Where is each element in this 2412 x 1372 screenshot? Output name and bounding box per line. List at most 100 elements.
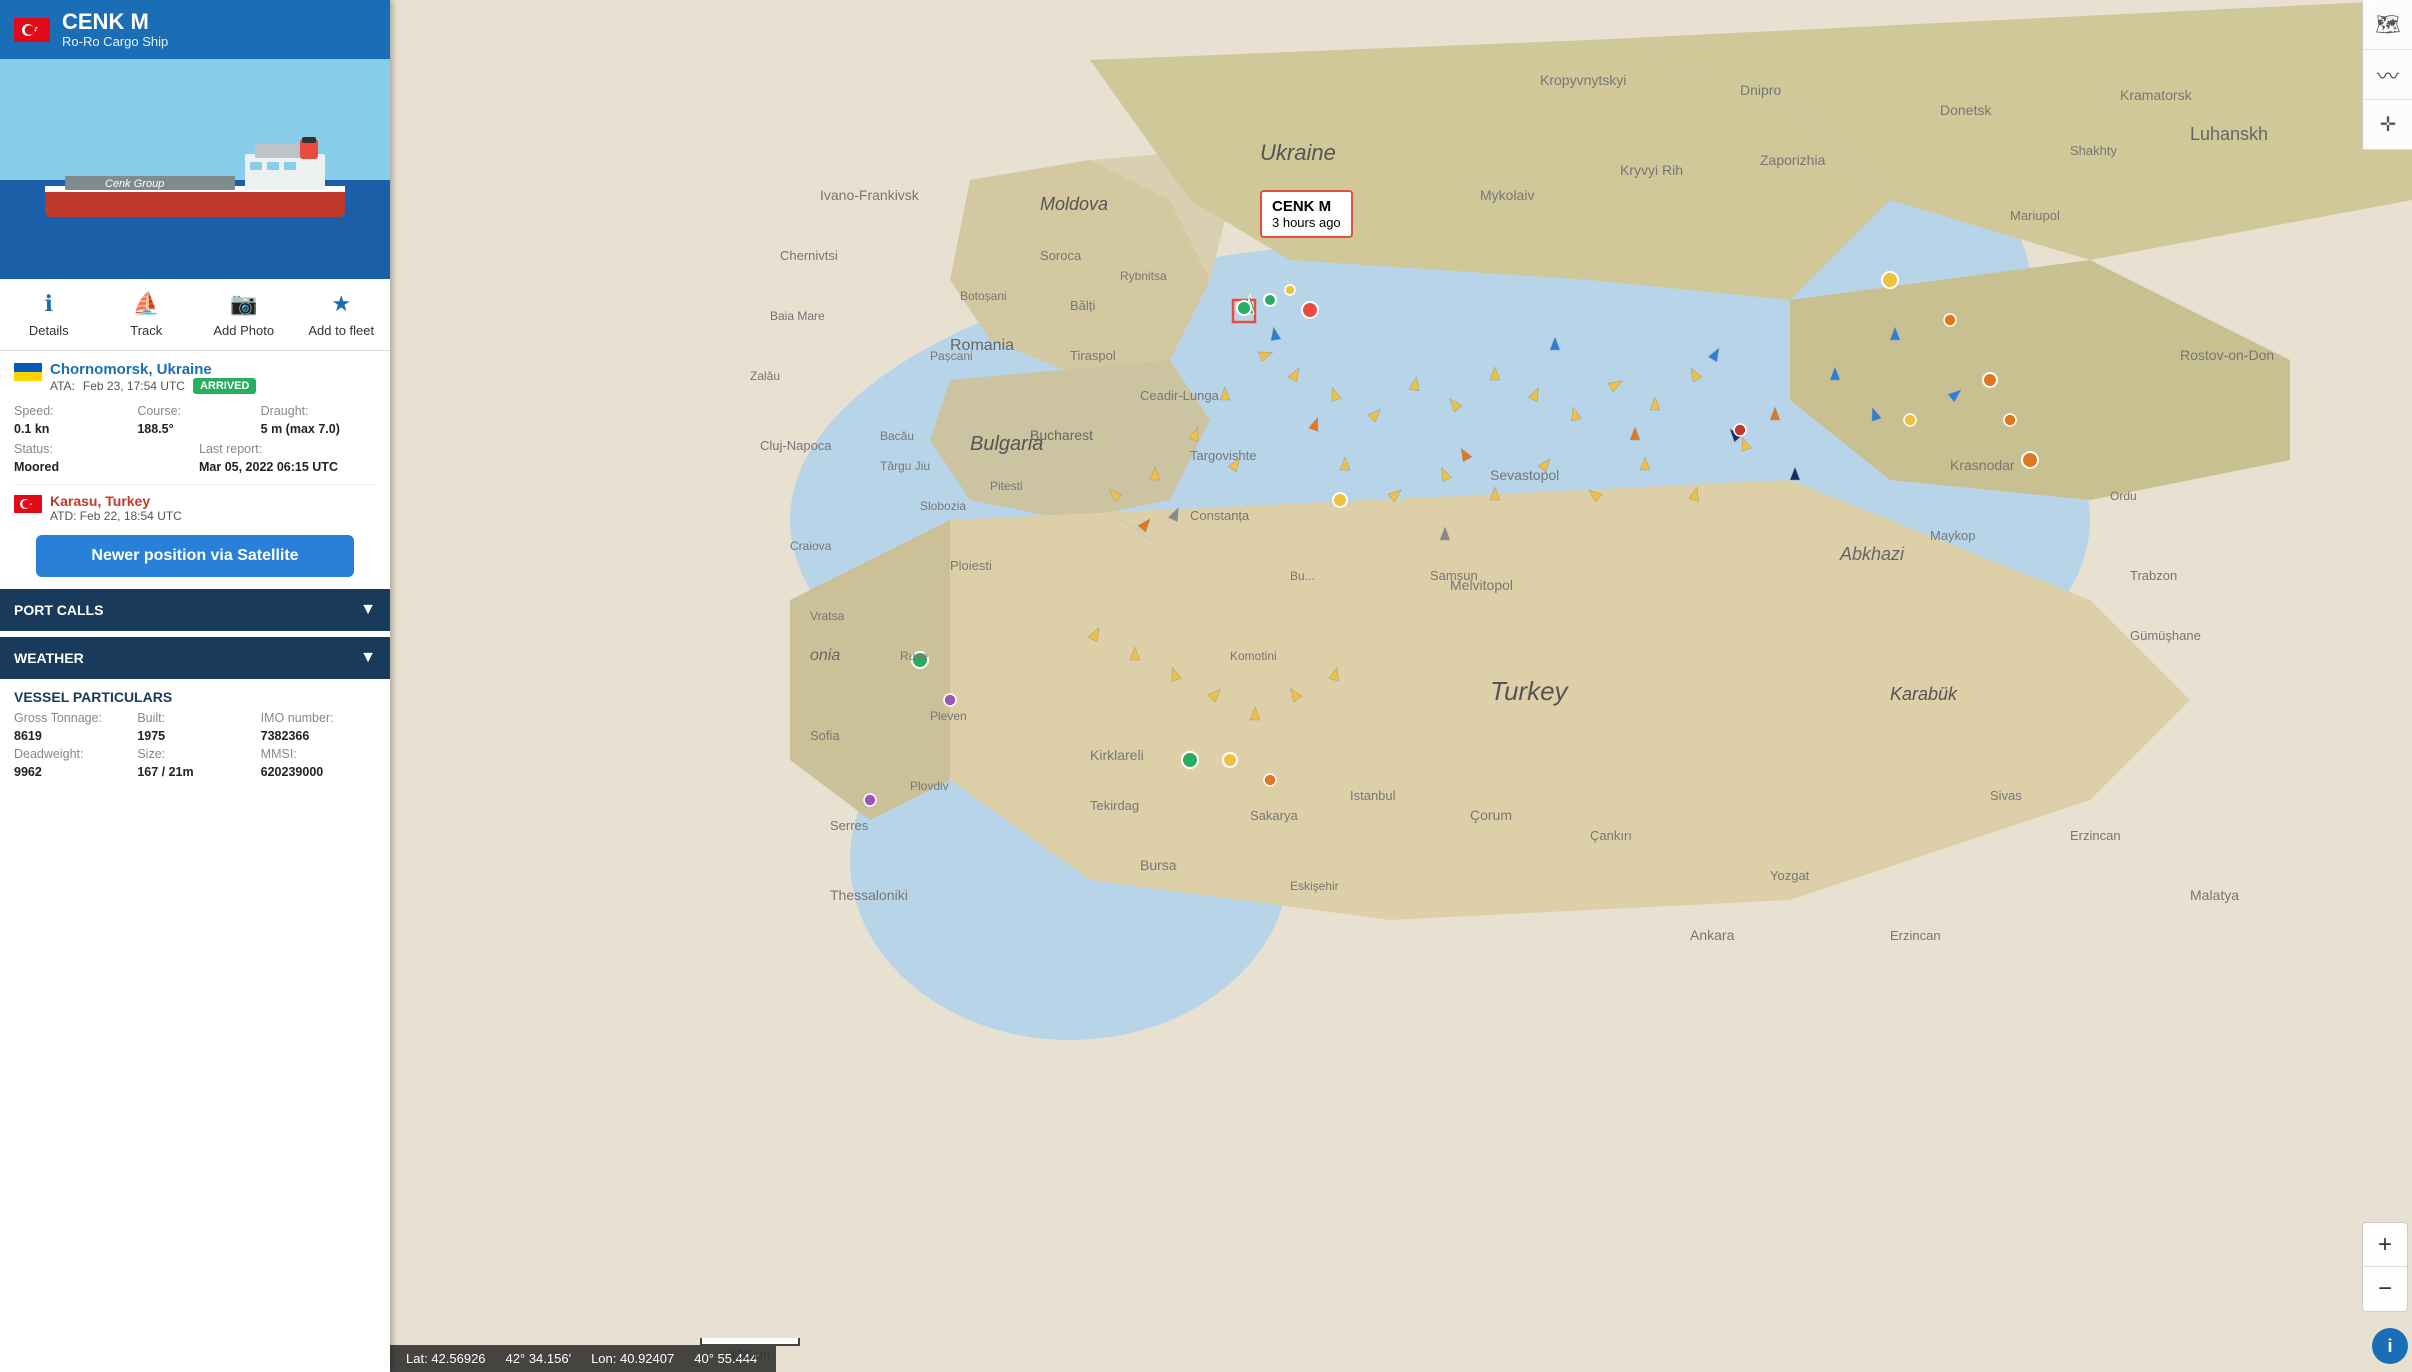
gross-tonnage-value: 8619 bbox=[14, 729, 129, 743]
svg-text:Târgu Jiu: Târgu Jiu bbox=[880, 459, 930, 473]
origin-atd: ATD: Feb 22, 18:54 UTC bbox=[50, 509, 182, 523]
zoom-out-button[interactable]: − bbox=[2363, 1267, 2407, 1311]
svg-text:Thessaloniki: Thessaloniki bbox=[830, 887, 908, 903]
layers-button[interactable]: 🗺 bbox=[2363, 0, 2412, 50]
port-calls-header[interactable]: PORT CALLS ▼ bbox=[0, 589, 390, 631]
svg-text:Ankara: Ankara bbox=[1690, 927, 1735, 943]
draught-label: Draught: bbox=[261, 404, 376, 418]
svg-text:Malatya: Malatya bbox=[2190, 887, 2239, 903]
imo-label: IMO number: bbox=[261, 711, 376, 725]
svg-text:Turkey: Turkey bbox=[1490, 676, 1570, 706]
cursor-tool-button[interactable]: ✛ bbox=[2363, 100, 2412, 150]
weather-chevron: ▼ bbox=[360, 649, 376, 667]
svg-text:Kryvyi Rih: Kryvyi Rih bbox=[1620, 162, 1683, 178]
weather-header[interactable]: WEATHER ▼ bbox=[0, 637, 390, 679]
layers-icon: 🗺 bbox=[2375, 12, 2400, 37]
add-to-fleet-button[interactable]: ★ Add to fleet bbox=[293, 279, 391, 350]
svg-text:Pitesti: Pitesti bbox=[990, 479, 1023, 493]
details-label: Details bbox=[29, 323, 69, 338]
size-label: Size: bbox=[137, 747, 252, 761]
info-section: Chornomorsk, Ukraine ATA: Feb 23, 17:54 … bbox=[0, 351, 390, 1372]
last-report-label: Last report: bbox=[199, 442, 376, 456]
zoom-in-icon: + bbox=[2378, 1231, 2392, 1259]
svg-text:Kramatorsk: Kramatorsk bbox=[2120, 87, 2193, 103]
svg-text:Yozgat: Yozgat bbox=[1770, 868, 1810, 883]
svg-text:Chernivtsi: Chernivtsi bbox=[780, 248, 838, 263]
course-value: 188.5° bbox=[137, 422, 252, 436]
port-calls-chevron: ▼ bbox=[360, 601, 376, 619]
svg-text:Abkhazi: Abkhazi bbox=[1839, 544, 1905, 564]
svg-text:Constanța: Constanța bbox=[1190, 508, 1250, 523]
svg-text:Ukraine: Ukraine bbox=[1260, 140, 1336, 165]
port-calls-label: PORT CALLS bbox=[14, 602, 103, 618]
camera-icon: 📷 bbox=[230, 291, 257, 317]
svg-text:Gümüşhane: Gümüşhane bbox=[2130, 628, 2201, 643]
scale-bar: 100 nm bbox=[700, 1338, 800, 1362]
status-label: Status: bbox=[14, 442, 191, 456]
svg-text:Bu...: Bu... bbox=[1290, 569, 1315, 583]
svg-text:Komotini: Komotini bbox=[1230, 649, 1277, 663]
svg-text:Luhanskh: Luhanskh bbox=[2190, 124, 2268, 144]
svg-text:Pașcani: Pașcani bbox=[930, 349, 973, 363]
built-value: 1975 bbox=[137, 729, 252, 743]
svg-text:Ruse: Ruse bbox=[900, 649, 928, 663]
svg-text:Çankırı: Çankırı bbox=[1590, 828, 1632, 843]
svg-text:Ceadir-Lunga: Ceadir-Lunga bbox=[1140, 388, 1220, 403]
map-area[interactable]: Moldova Bulgaria Ukraine Turkey Karabük … bbox=[390, 0, 2412, 1372]
add-photo-button[interactable]: 📷 Add Photo bbox=[195, 279, 293, 350]
turkey-flag bbox=[14, 18, 50, 42]
deadweight-label: Deadweight: bbox=[14, 747, 129, 761]
ata-row: ATA: Feb 23, 17:54 UTC ARRIVED bbox=[50, 378, 256, 394]
details-button[interactable]: ℹ Details bbox=[0, 279, 98, 350]
svg-text:Serres: Serres bbox=[830, 818, 869, 833]
svg-text:Rybnitsa: Rybnitsa bbox=[1120, 269, 1167, 283]
zoom-in-button[interactable]: + bbox=[2363, 1223, 2407, 1267]
atd-value: Feb 22, 18:54 UTC bbox=[80, 509, 182, 523]
stats-grid: Speed: Course: Draught: 0.1 kn 188.5° 5 … bbox=[14, 404, 376, 436]
info-button[interactable]: i bbox=[2372, 1328, 2408, 1364]
lat-dms: 42° 34.156' bbox=[506, 1351, 572, 1366]
size-value: 167 / 21m bbox=[137, 765, 252, 779]
satellite-button[interactable]: Newer position via Satellite bbox=[36, 535, 355, 577]
star-icon: ★ bbox=[331, 291, 351, 317]
scale-bar-label: 100 nm bbox=[730, 1348, 770, 1362]
weather-label: WEATHER bbox=[14, 650, 84, 666]
right-toolbar: 🗺 〰 ✛ bbox=[2362, 0, 2412, 150]
status-row: Status: Last report: Moored Mar 05, 2022… bbox=[14, 442, 376, 474]
destination-block: Chornomorsk, Ukraine ATA: Feb 23, 17:54 … bbox=[14, 361, 376, 394]
course-label: Course: bbox=[137, 404, 252, 418]
vessel-particulars: VESSEL PARTICULARS Gross Tonnage: Built:… bbox=[14, 689, 376, 779]
track-button[interactable]: ⛵ Track bbox=[98, 279, 196, 350]
track-label: Track bbox=[130, 323, 162, 338]
svg-text:Mykolaiv: Mykolaiv bbox=[1480, 187, 1534, 203]
atd-label: ATD: bbox=[50, 509, 76, 523]
svg-text:Krasnodar: Krasnodar bbox=[1950, 457, 2015, 473]
svg-text:Zaporizhia: Zaporizhia bbox=[1760, 152, 1826, 168]
weather-layer-button[interactable]: 〰 bbox=[2363, 50, 2412, 100]
info-circle-icon: ℹ bbox=[45, 291, 53, 317]
last-report-value: Mar 05, 2022 06:15 UTC bbox=[199, 460, 376, 474]
ship-image: Cenk Group bbox=[0, 59, 390, 279]
svg-text:Ploiesti: Ploiesti bbox=[950, 558, 992, 573]
svg-text:Pleven: Pleven bbox=[930, 709, 967, 723]
gross-tonnage-label: Gross Tonnage: bbox=[14, 711, 129, 725]
speed-label: Speed: bbox=[14, 404, 129, 418]
svg-text:Eskişehir: Eskişehir bbox=[1290, 879, 1339, 893]
svg-text:Kropyvnytskyi: Kropyvnytskyi bbox=[1540, 72, 1626, 88]
svg-text:Ordu: Ordu bbox=[2110, 489, 2137, 503]
origin-block: Karasu, Turkey ATD: Feb 22, 18:54 UTC bbox=[14, 493, 376, 523]
svg-text:Istanbul: Istanbul bbox=[1350, 788, 1396, 803]
vessel-title-block: CENK M Ro-Ro Cargo Ship bbox=[62, 10, 168, 49]
svg-text:Sevastopol: Sevastopol bbox=[1490, 467, 1559, 483]
svg-text:Sorocа: Sorocа bbox=[1040, 248, 1082, 263]
vessel-header: CENK M Ro-Ro Cargo Ship bbox=[0, 0, 390, 59]
zoom-controls: + − bbox=[2362, 1222, 2408, 1312]
speed-value: 0.1 kn bbox=[14, 422, 129, 436]
vessel-type: Ro-Ro Cargo Ship bbox=[62, 34, 168, 49]
ata-label: ATA: bbox=[50, 379, 75, 393]
ata-value: Feb 23, 17:54 UTC bbox=[83, 379, 185, 393]
add-photo-label: Add Photo bbox=[213, 323, 274, 338]
svg-text:Cluj-Napoca: Cluj-Napoca bbox=[760, 438, 832, 453]
svg-text:Erzincan: Erzincan bbox=[1890, 928, 1941, 943]
svg-text:Mariupol: Mariupol bbox=[2010, 208, 2060, 223]
